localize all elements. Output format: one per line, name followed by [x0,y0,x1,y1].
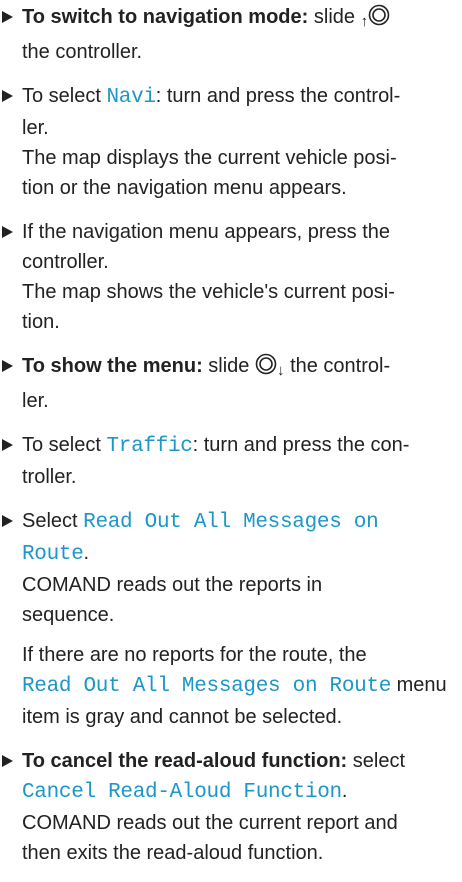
bullet-icon [2,360,13,372]
result-text: COMAND reads out the reports in [22,574,323,596]
list-item: To select Traffic: turn and press the co… [0,430,456,492]
result-text: COMAND reads out the current report and [22,812,398,834]
menu-term-cancel: Cancel Read-Aloud Function [22,781,342,804]
instruction-list: To switch to navigation mode: slide ↑ th… [0,2,456,882]
note-line: Read Out All Messages on Route menu [22,670,456,702]
result-text: The map shows the vehicle's current posi… [22,281,395,303]
step-text: the controller. [22,41,143,63]
menu-term-read-out: Route [22,543,84,566]
step-line: To cancel the read-aloud function: selec… [22,746,456,776]
step-line: To show the menu: slide ↓ the control- [22,351,456,386]
step-text: : turn and press the control- [155,85,401,107]
result-text: then exits the read-aloud function. [22,842,324,864]
menu-term-read-out: Read Out All Messages on [83,511,379,534]
list-item: If the navigation menu appears, press th… [0,217,456,337]
result-text: tion. [22,311,60,333]
step-text: Select [22,510,78,532]
step-text: ler. [22,117,49,139]
result-text: tion or the navigation menu appears. [22,177,347,199]
step-line: Cancel Read-Aloud Function. [22,776,456,808]
step-text: the control- [290,355,391,377]
arrow-down-icon: ↓ [277,362,285,379]
step-text: troller. [22,466,77,488]
step-text: . [83,542,90,564]
bullet-icon [2,755,13,767]
step-text: controller. [22,251,109,273]
note-text: item is gray and cannot be selected. [22,706,343,728]
step-text: ler. [22,390,49,412]
list-item: To switch to navigation mode: slide ↑ th… [0,2,456,67]
note-text: menu [396,674,447,696]
step-line: To switch to navigation mode: slide ↑ [22,2,456,37]
result-text: The map displays the current vehicle pos… [22,147,397,169]
step-text: . [341,780,348,802]
step-line: To select Navi: turn and press the contr… [22,81,456,113]
menu-term-read-out: Read Out All Messages on Route [22,675,392,698]
bullet-icon [2,226,13,238]
step-text: To select [22,434,101,456]
step-line: Select Read Out All Messages on [22,506,456,538]
bullet-icon [2,515,13,527]
note-text: If there are no reports for the route, t… [22,644,367,666]
list-item: To cancel the read-aloud function: selec… [0,746,456,868]
step-line: Route. [22,538,456,570]
step-text: If the navigation menu appears, press th… [22,221,391,243]
step-lead: To cancel the read-aloud function: [22,750,348,772]
step-text: slide [313,6,356,28]
step-line: To select Traffic: turn and press the co… [22,430,456,462]
step-text: slide [208,355,250,377]
controller-icon [368,4,390,35]
menu-term-navi: Navi [106,86,157,109]
step-text: : turn and press the con- [192,434,410,456]
arrow-up-icon: ↑ [360,13,369,30]
list-item: Select Read Out All Messages on Route. C… [0,506,456,732]
step-text: To select [22,85,101,107]
list-item: To show the menu: slide ↓ the control- l… [0,351,456,416]
step-lead: To switch to navigation mode: [22,6,309,28]
controller-icon [255,353,277,384]
bullet-icon [2,11,13,23]
bullet-icon [2,439,13,451]
step-text: select [352,750,406,772]
menu-term-traffic: Traffic [106,435,193,458]
result-text: sequence. [22,604,115,626]
bullet-icon [2,90,13,102]
step-lead: To show the menu: [22,355,203,377]
list-item: To select Navi: turn and press the contr… [0,81,456,203]
